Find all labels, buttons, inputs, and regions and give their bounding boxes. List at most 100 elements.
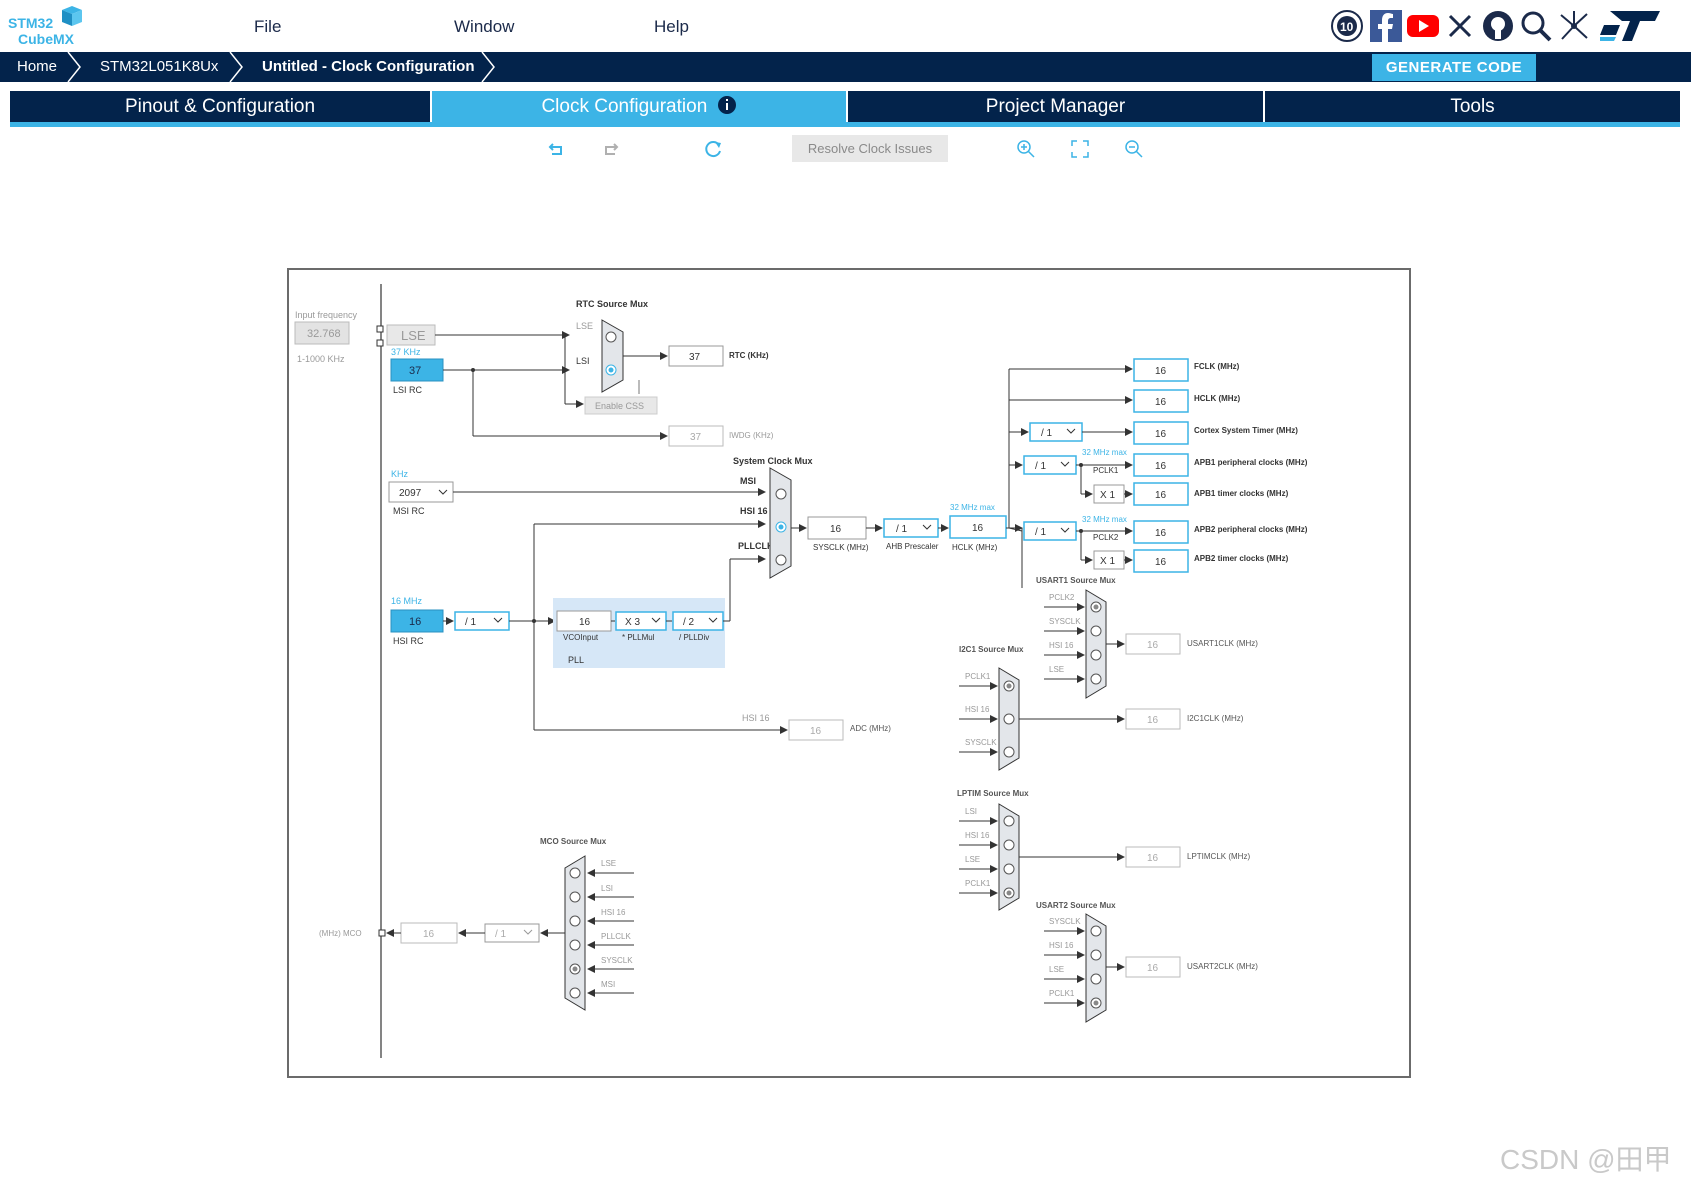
menu-help[interactable]: Help — [654, 17, 689, 37]
breadcrumb-home[interactable]: Home — [17, 52, 57, 82]
rtc-mux-radio-lse[interactable] — [605, 331, 617, 343]
cortex-divider-select[interactable] — [1029, 422, 1083, 442]
sysmux-input-hsi16: HSI 16 — [740, 506, 768, 516]
mco-divider-value: / 1 — [495, 929, 507, 940]
menu-window[interactable]: Window — [454, 17, 514, 37]
lse-range-label: 1-1000 KHz — [297, 354, 345, 364]
apb1-value: 16 — [1155, 461, 1167, 472]
rtc-source-mux[interactable] — [601, 319, 624, 393]
mco-input-lsi: LSI — [601, 884, 613, 893]
mco-source-mux[interactable] — [564, 855, 586, 1011]
facebook-icon[interactable] — [1369, 9, 1403, 43]
hsi-divider-select[interactable] — [454, 611, 510, 631]
apb2-max-label: 32 MHz max — [1082, 515, 1127, 524]
logo-line2: CubeMX — [18, 31, 75, 46]
st-logo-icon[interactable] — [1600, 11, 1660, 41]
apb1-max-label: 32 MHz max — [1082, 448, 1127, 457]
pclk1-label: PCLK1 — [1093, 466, 1119, 475]
apb1-prescaler-select[interactable] — [1023, 455, 1077, 475]
community-search-icon[interactable] — [1519, 9, 1553, 43]
github-icon[interactable] — [1481, 9, 1515, 43]
lptim-input-pclk1: PCLK1 — [965, 879, 991, 888]
apb2-value: 16 — [1155, 528, 1167, 539]
menu-file[interactable]: File — [254, 17, 281, 37]
undo-icon[interactable] — [547, 139, 567, 159]
pllmul-select[interactable] — [615, 611, 667, 631]
resolve-clock-issues-button[interactable]: Resolve Clock Issues — [792, 135, 948, 162]
mco-mux-title: MCO Source Mux — [540, 837, 607, 846]
fit-screen-icon[interactable] — [1070, 139, 1090, 159]
msi-rc-label: MSI RC — [393, 506, 425, 516]
pll-label: PLL — [568, 655, 584, 665]
lse-frequency-value: 32.768 — [307, 328, 341, 340]
anniversary-10-icon[interactable]: 10 — [1330, 9, 1364, 43]
cortex-label: Cortex System Timer (MHz) — [1194, 426, 1298, 435]
mco-input-pllclk: PLLCLK — [601, 932, 631, 941]
tab-pinout[interactable]: Pinout & Configuration — [10, 91, 430, 122]
mco-label: (MHz) MCO — [319, 929, 362, 938]
sysclk-value: 16 — [830, 524, 842, 535]
tab-project-manager[interactable]: Project Manager — [848, 91, 1263, 122]
apb1-x-value: X 1 — [1100, 490, 1115, 501]
usart2-input-hsi16: HSI 16 — [1049, 941, 1074, 950]
network-icon[interactable] — [1557, 9, 1591, 43]
usart1-input-hsi16: HSI 16 — [1049, 641, 1074, 650]
mco-input-msi: MSI — [601, 980, 615, 989]
zoom-out-icon[interactable] — [1124, 139, 1144, 159]
tab-tools[interactable]: Tools — [1265, 91, 1680, 122]
apb2-prescaler-select[interactable] — [1023, 521, 1077, 541]
mco-value: 16 — [423, 929, 435, 940]
enable-css-label: Enable CSS — [595, 401, 644, 411]
zoom-in-icon[interactable] — [1016, 139, 1036, 159]
rtc-label: RTC (KHz) — [729, 351, 769, 360]
fclk-label: FCLK (MHz) — [1194, 362, 1240, 371]
apb1-divider-value: / 1 — [1035, 461, 1047, 472]
mco-input-hsi16: HSI 16 — [601, 908, 626, 917]
sysmux-radio-msi[interactable] — [775, 488, 787, 500]
usart2-label: USART2CLK (MHz) — [1187, 962, 1258, 971]
cortex-divider-value: / 1 — [1041, 428, 1053, 439]
apb1t-value: 16 — [1155, 490, 1167, 501]
mco-input-lse: LSE — [601, 859, 616, 868]
refresh-icon[interactable] — [704, 139, 724, 159]
lptim-input-lsi: LSI — [965, 807, 977, 816]
usart2-mux-title: USART2 Source Mux — [1036, 901, 1116, 910]
menu-bar: STM32 CubeMX File Window Help 10 — [0, 0, 1691, 52]
mco-divider-select[interactable] — [484, 923, 540, 943]
apb2-divider-value: / 1 — [1035, 527, 1047, 538]
chevron-right-icon — [229, 52, 243, 82]
redo-icon[interactable] — [600, 139, 620, 159]
ahb-prescaler-value: / 1 — [896, 524, 908, 535]
apb1-label: APB1 peripheral clocks (MHz) — [1194, 458, 1308, 467]
hsi-value: 16 — [409, 616, 421, 628]
msi-unit-label: KHz — [391, 469, 409, 479]
usart1-input-sysclk: SYSCLK — [1049, 617, 1081, 626]
lptim-input-lse: LSE — [965, 855, 980, 864]
rtc-value: 37 — [689, 352, 701, 363]
hsi-rc-label: HSI RC — [393, 636, 424, 646]
sysmux-radio-pllclk[interactable] — [775, 554, 787, 566]
info-icon[interactable] — [717, 95, 737, 115]
cortex-value: 16 — [1155, 429, 1167, 440]
chevron-right-icon — [481, 52, 495, 82]
youtube-icon[interactable] — [1406, 9, 1440, 43]
apb2t-value: 16 — [1155, 557, 1167, 568]
usart2-input-sysclk: SYSCLK — [1049, 917, 1081, 926]
hsi-divider-value: / 1 — [465, 617, 477, 628]
ahb-prescaler-select[interactable] — [883, 518, 939, 538]
plldiv-select[interactable] — [672, 611, 724, 631]
generate-code-button[interactable]: GENERATE CODE — [1372, 54, 1536, 81]
x-icon[interactable] — [1443, 9, 1477, 43]
i2c1-input-sysclk: SYSCLK — [965, 738, 997, 747]
breadcrumb-device[interactable]: STM32L051K8Ux — [100, 52, 218, 82]
adc-value: 16 — [810, 726, 822, 737]
pclk2-label: PCLK2 — [1093, 533, 1119, 542]
plldiv-label: / PLLDiv — [679, 633, 709, 642]
clock-tree-diagram: Input frequency 32.768 1-1000 KHz LSE 37… — [287, 268, 1411, 1078]
adc-hsi16-label: HSI 16 — [742, 713, 770, 723]
lptim-input-hsi16: HSI 16 — [965, 831, 990, 840]
apb2t-label: APB2 timer clocks (MHz) — [1194, 554, 1289, 563]
hsi-frequency-label: 16 MHz — [391, 596, 423, 606]
breadcrumb-current[interactable]: Untitled - Clock Configuration — [262, 52, 474, 82]
tab-clock-configuration[interactable]: Clock Configuration — [432, 91, 846, 122]
